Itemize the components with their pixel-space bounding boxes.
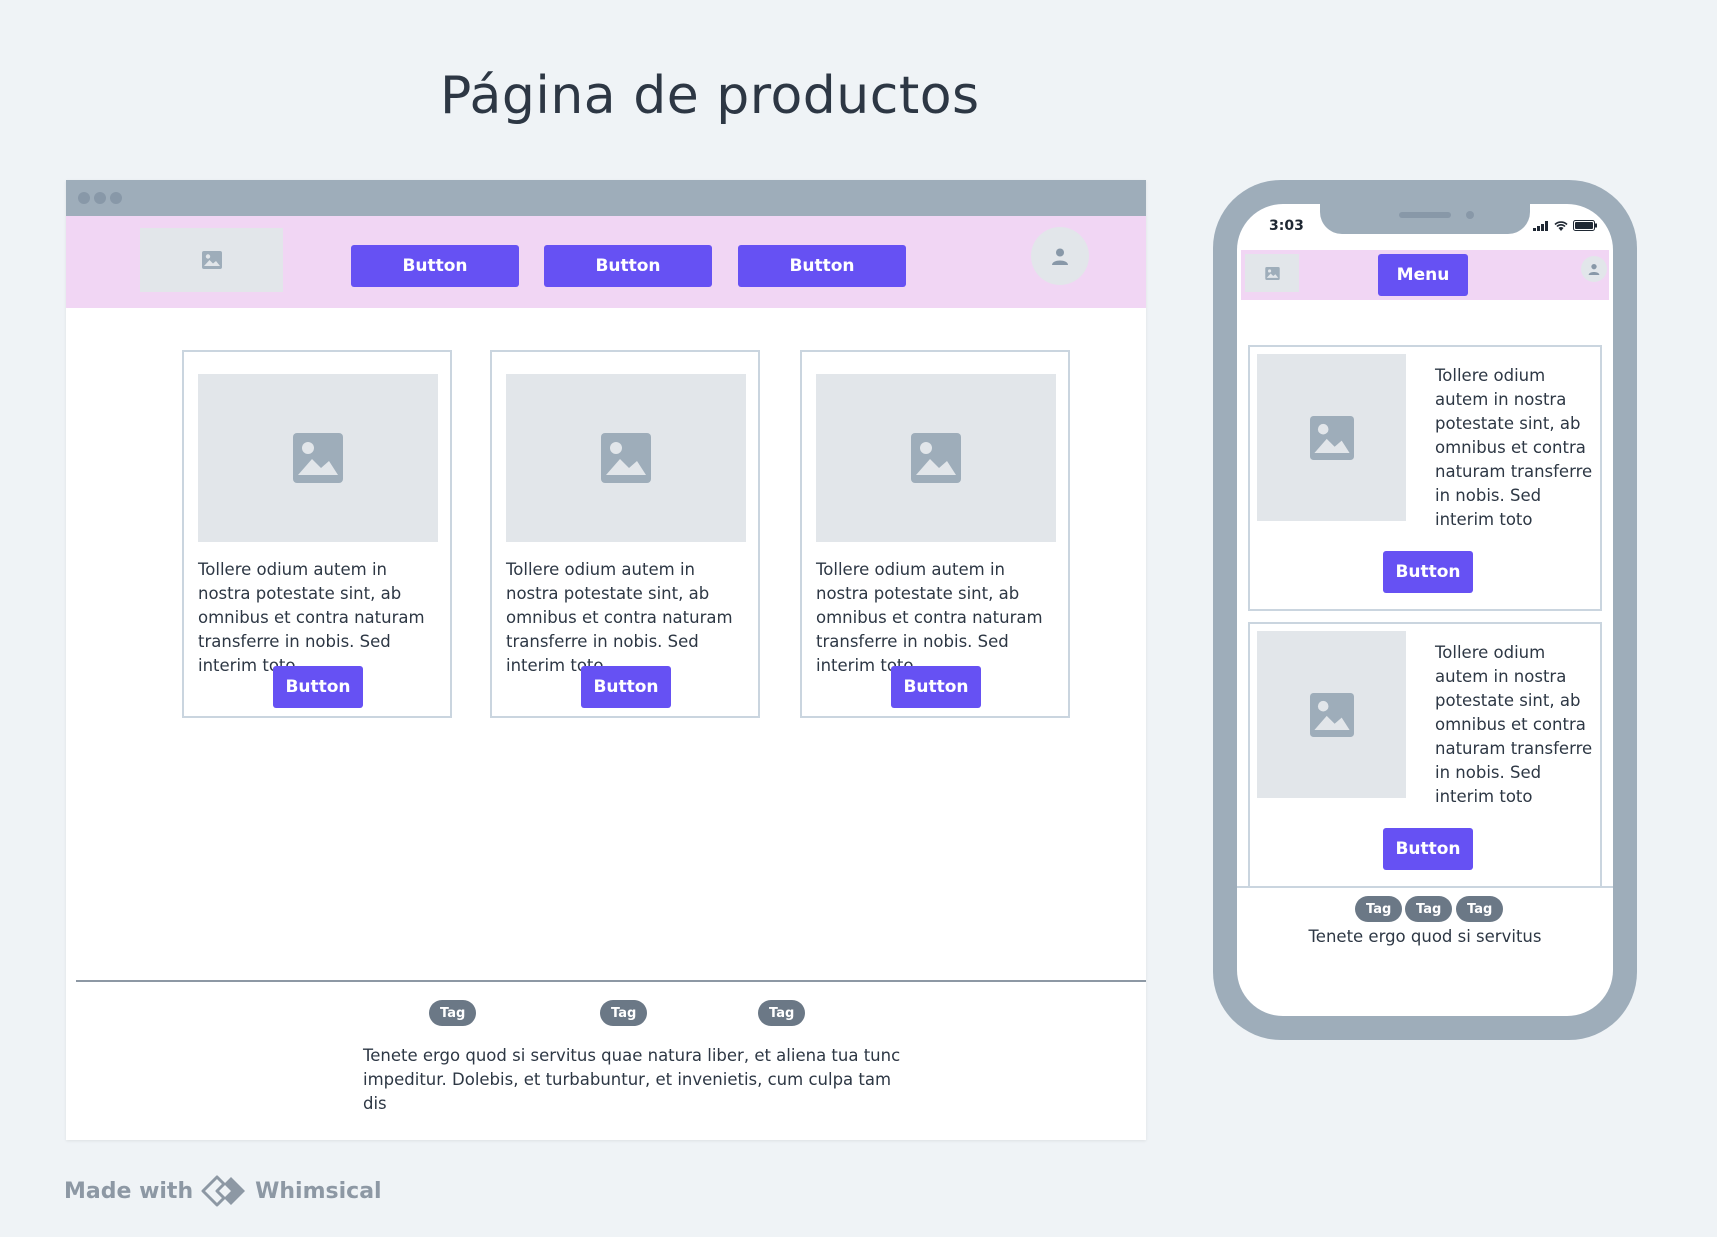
signal-icon [1533, 220, 1548, 231]
product-button[interactable]: Button [1383, 828, 1473, 870]
user-icon [1588, 264, 1600, 275]
avatar[interactable] [1581, 256, 1607, 282]
nav-button-3[interactable]: Button [738, 245, 906, 287]
product-card: Tollere odium autem in nostra potestate … [1248, 622, 1602, 888]
footer-divider [1237, 886, 1613, 888]
watermark-brand: Whimsical [255, 1178, 382, 1204]
window-dot [110, 192, 122, 204]
battery-icon [1573, 220, 1597, 231]
avatar[interactable] [1031, 227, 1089, 285]
product-image-placeholder [198, 374, 438, 542]
product-card: Tollere odium autem in nostra potestate … [182, 350, 452, 718]
wifi-icon [1554, 220, 1568, 231]
mobile-header: Menu [1241, 250, 1609, 300]
image-icon [201, 251, 222, 269]
footer-text: Tenete ergo quod si servitus [1308, 927, 1542, 946]
product-card: Tollere odium autem in nostra potestate … [800, 350, 1070, 718]
logo-placeholder[interactable] [1245, 254, 1299, 292]
logo-placeholder[interactable] [140, 228, 283, 292]
image-icon [1309, 692, 1354, 737]
footer-tag[interactable]: Tag [1355, 896, 1403, 922]
nav-button-1[interactable]: Button [351, 245, 519, 287]
mobile-phone-frame: 3:03 Menu Tollere odium autem in nostra … [1213, 180, 1637, 1040]
product-description: Tollere odium autem in nostra potestate … [816, 560, 1043, 675]
image-icon [601, 433, 651, 483]
footer-text: Tenete ergo quod si servitus quae natura… [363, 1046, 901, 1113]
desktop-header: Button Button Button [66, 216, 1146, 308]
footer-tag[interactable]: Tag [1456, 896, 1504, 922]
product-button[interactable]: Button [891, 666, 981, 708]
product-image-placeholder [506, 374, 746, 542]
product-button[interactable]: Button [581, 666, 671, 708]
footer-tag[interactable]: Tag [429, 1000, 477, 1026]
product-image-placeholder [1257, 631, 1406, 798]
product-card: Tollere odium autem in nostra potestate … [490, 350, 760, 718]
menu-button[interactable]: Menu [1378, 254, 1468, 296]
product-button[interactable]: Button [273, 666, 363, 708]
window-dot [94, 192, 106, 204]
footer-tag[interactable]: Tag [758, 1000, 806, 1026]
product-description: Tollere odium autem in nostra potestate … [506, 560, 733, 675]
image-icon [293, 433, 343, 483]
speaker [1399, 212, 1451, 218]
user-icon [1052, 248, 1068, 265]
image-icon [911, 433, 961, 483]
browser-title-bar [66, 180, 1146, 216]
whimsical-logo-icon [201, 1175, 246, 1207]
footer-tag[interactable]: Tag [600, 1000, 648, 1026]
footer-tag[interactable]: Tag [1405, 896, 1453, 922]
product-card: Tollere odium autem in nostra potestate … [1248, 345, 1602, 611]
footer-divider [76, 980, 1146, 982]
image-icon [1264, 266, 1280, 280]
page-title: Página de productos [440, 66, 980, 126]
watermark-made-with: Made with [64, 1178, 194, 1204]
whimsical-watermark[interactable]: Made with Whimsical [64, 1175, 382, 1207]
camera [1466, 211, 1474, 219]
product-image-placeholder [816, 374, 1056, 542]
window-controls [78, 192, 122, 204]
status-time: 3:03 [1269, 218, 1304, 234]
desktop-browser-frame: Button Button Button Tollere odium autem… [66, 180, 1146, 1140]
image-icon [1309, 415, 1354, 460]
status-icons [1533, 220, 1597, 231]
product-description: Tollere odium autem in nostra potestate … [1435, 366, 1593, 529]
product-description: Tollere odium autem in nostra potestate … [198, 560, 425, 675]
window-dot [78, 192, 90, 204]
product-button[interactable]: Button [1383, 551, 1473, 593]
product-description: Tollere odium autem in nostra potestate … [1435, 643, 1593, 806]
phone-screen: 3:03 Menu Tollere odium autem in nostra … [1237, 204, 1613, 1016]
nav-button-2[interactable]: Button [544, 245, 712, 287]
phone-notch [1320, 204, 1530, 234]
product-image-placeholder [1257, 354, 1406, 521]
